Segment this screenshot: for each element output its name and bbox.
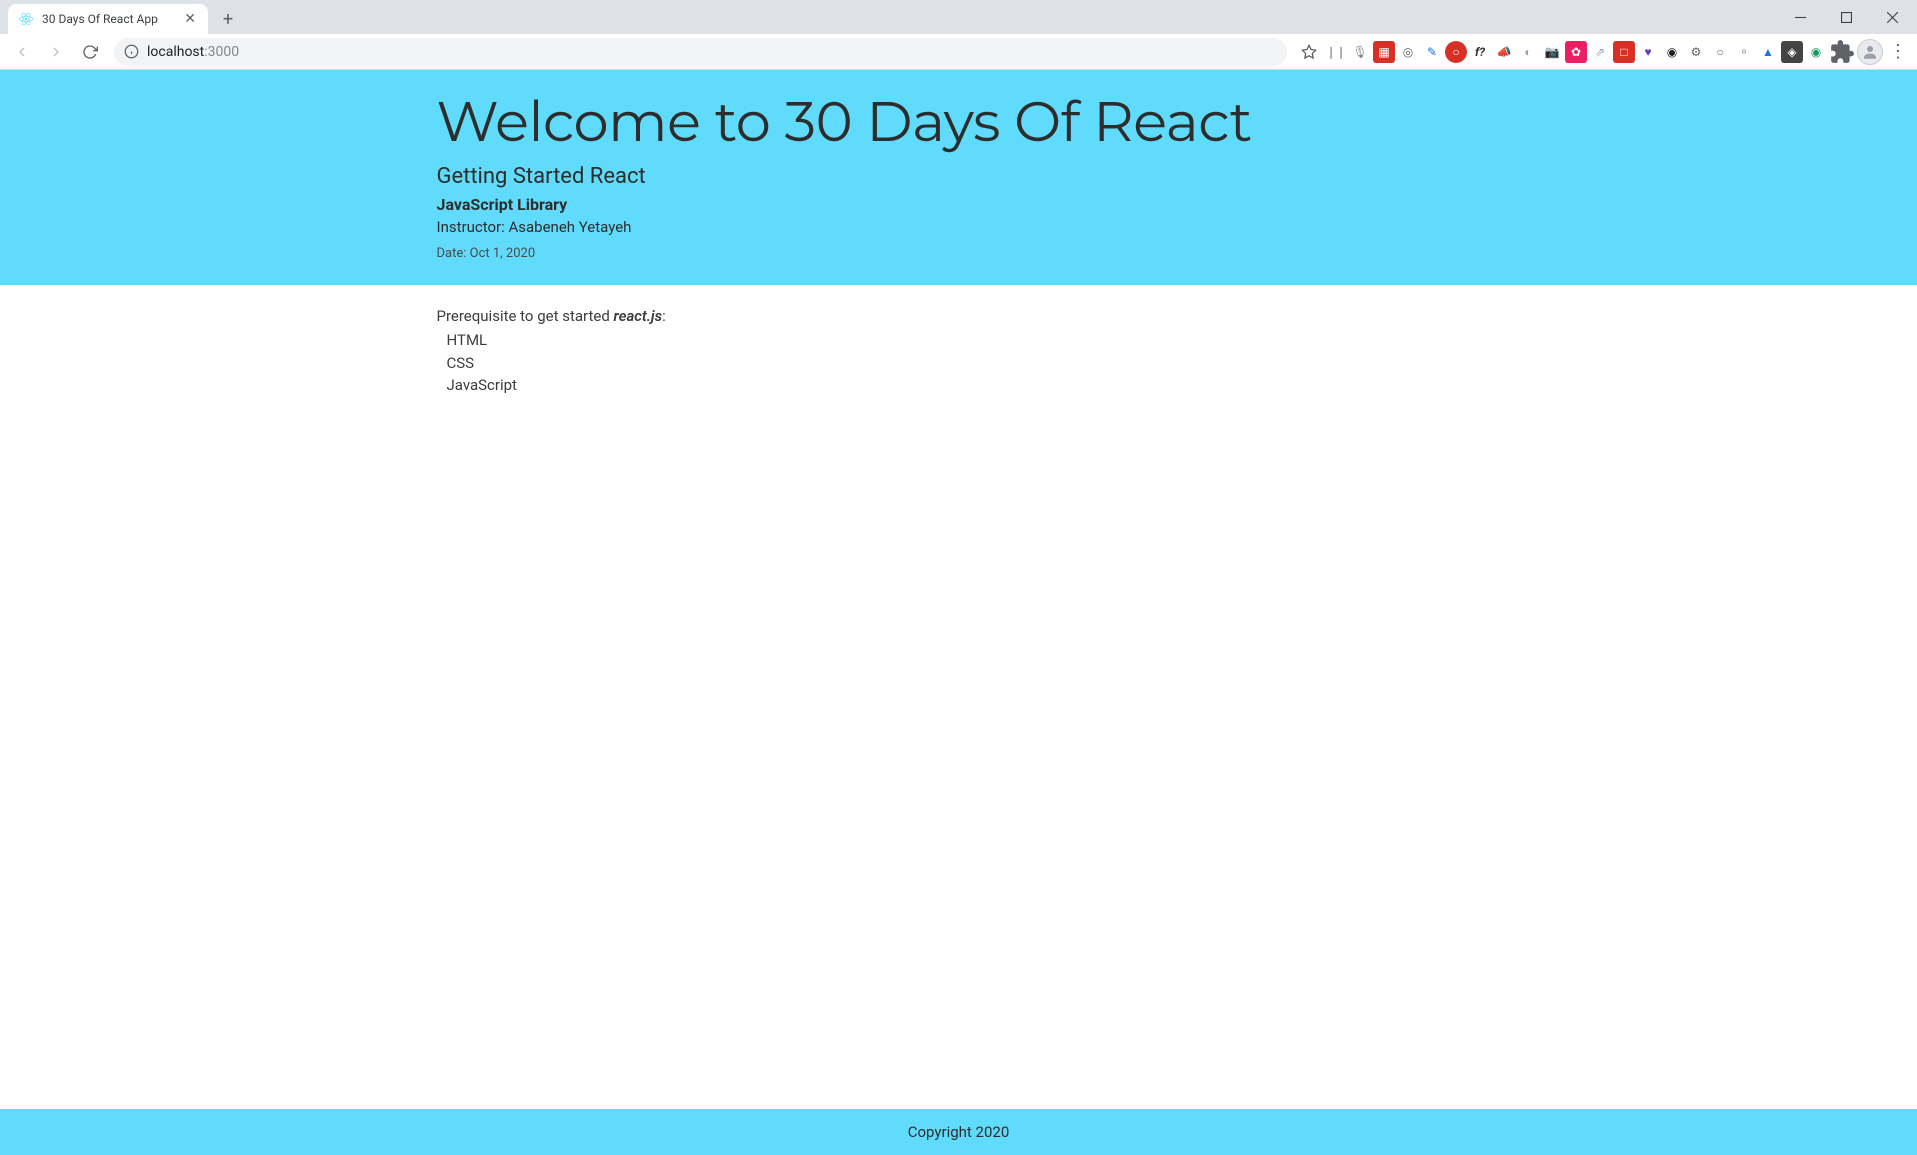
extension-icon[interactable]: □	[1613, 41, 1635, 63]
url-port: :3000	[204, 44, 239, 60]
copyright-text: Copyright 2020	[0, 1123, 1917, 1141]
extension-icon[interactable]: ✿	[1565, 41, 1587, 63]
extension-icon[interactable]: ◈	[1781, 41, 1803, 63]
page-main: Prerequisite to get started react.js: HT…	[0, 285, 1917, 1109]
prereq-list: HTML CSS JavaScript	[437, 329, 1481, 397]
extension-icon[interactable]: ○	[1445, 41, 1467, 63]
date-label: Date: Oct 1, 2020	[437, 246, 536, 261]
list-item: CSS	[447, 352, 1481, 375]
extension-icon[interactable]: ▦	[1373, 41, 1395, 63]
list-item: JavaScript	[447, 374, 1481, 397]
browser-chrome: 30 Days Of React App ✕ + localhost:3000 …	[0, 0, 1917, 70]
extension-icon[interactable]: 🎙	[1349, 41, 1371, 63]
extension-icon[interactable]: ○	[1709, 41, 1731, 63]
nav-reload-button[interactable]	[74, 36, 106, 68]
url-host: localhost	[147, 44, 204, 60]
window-minimize-button[interactable]	[1777, 0, 1823, 34]
bookmark-star-icon[interactable]	[1295, 38, 1323, 66]
tab-title: 30 Days Of React App	[42, 12, 174, 26]
extension-icon[interactable]: ◐	[1517, 41, 1539, 63]
window-controls	[1777, 0, 1917, 34]
profile-avatar-icon[interactable]	[1857, 39, 1883, 65]
nav-back-button[interactable]	[6, 36, 38, 68]
extension-icon[interactable]: ▲	[1757, 41, 1779, 63]
nav-forward-button[interactable]	[40, 36, 72, 68]
site-info-icon[interactable]	[124, 44, 139, 59]
new-tab-button[interactable]: +	[214, 5, 242, 33]
extension-icon[interactable]: 📷	[1541, 41, 1563, 63]
page-header: Welcome to 30 Days Of React Getting Star…	[0, 70, 1917, 285]
extension-icon[interactable]: 📣	[1493, 41, 1515, 63]
browser-menu-icon[interactable]: ⋮	[1885, 39, 1911, 65]
prereq-em: react.js	[614, 307, 663, 325]
prereq-prefix: Prerequisite to get started	[437, 307, 614, 325]
tab-close-icon[interactable]: ✕	[182, 11, 198, 27]
instructor-label: Instructor: Asabeneh Yetayeh	[437, 218, 1481, 236]
extension-icon[interactable]: ⇗	[1589, 41, 1611, 63]
page-viewport: Welcome to 30 Days Of React Getting Star…	[0, 70, 1917, 1155]
extension-icon[interactable]: ⚬	[1733, 41, 1755, 63]
extension-icon[interactable]: ⚙	[1685, 41, 1707, 63]
extension-icon[interactable]: ❘❘	[1325, 41, 1347, 63]
extension-icon[interactable]: ◉	[1805, 41, 1827, 63]
extension-icon[interactable]: f?	[1469, 41, 1491, 63]
page-subtitle: Getting Started React	[437, 164, 1481, 189]
browser-toolbar: localhost:3000 ❘❘ 🎙 ▦ ◎ ✎ ○ f? 📣 ◐ 📷 ✿ ⇗…	[0, 34, 1917, 70]
extension-icon[interactable]: ✎	[1421, 41, 1443, 63]
tab-strip: 30 Days Of React App ✕ +	[0, 0, 1917, 34]
url-text: localhost:3000	[147, 44, 239, 60]
extension-row: ❘❘ 🎙 ▦ ◎ ✎ ○ f? 📣 ◐ 📷 ✿ ⇗ □ ♥ ◉ ⚙ ○ ⚬ ▲ …	[1325, 41, 1827, 63]
window-maximize-button[interactable]	[1823, 0, 1869, 34]
extension-icon[interactable]: ♥	[1637, 41, 1659, 63]
browser-tab[interactable]: 30 Days Of React App ✕	[8, 4, 208, 34]
page-footer: Copyright 2020	[0, 1109, 1917, 1155]
list-item: HTML	[447, 329, 1481, 352]
prereq-text: Prerequisite to get started react.js:	[437, 307, 1481, 325]
prereq-suffix: :	[662, 307, 666, 325]
window-close-button[interactable]	[1869, 0, 1915, 34]
extension-icon[interactable]: ◉	[1661, 41, 1683, 63]
page-title: Welcome to 30 Days Of React	[437, 90, 1481, 154]
library-label: JavaScript Library	[437, 195, 1481, 214]
address-bar[interactable]: localhost:3000	[114, 38, 1287, 66]
extension-icon[interactable]: ◎	[1397, 41, 1419, 63]
extensions-puzzle-icon[interactable]	[1829, 39, 1855, 65]
react-favicon-icon	[18, 11, 34, 27]
